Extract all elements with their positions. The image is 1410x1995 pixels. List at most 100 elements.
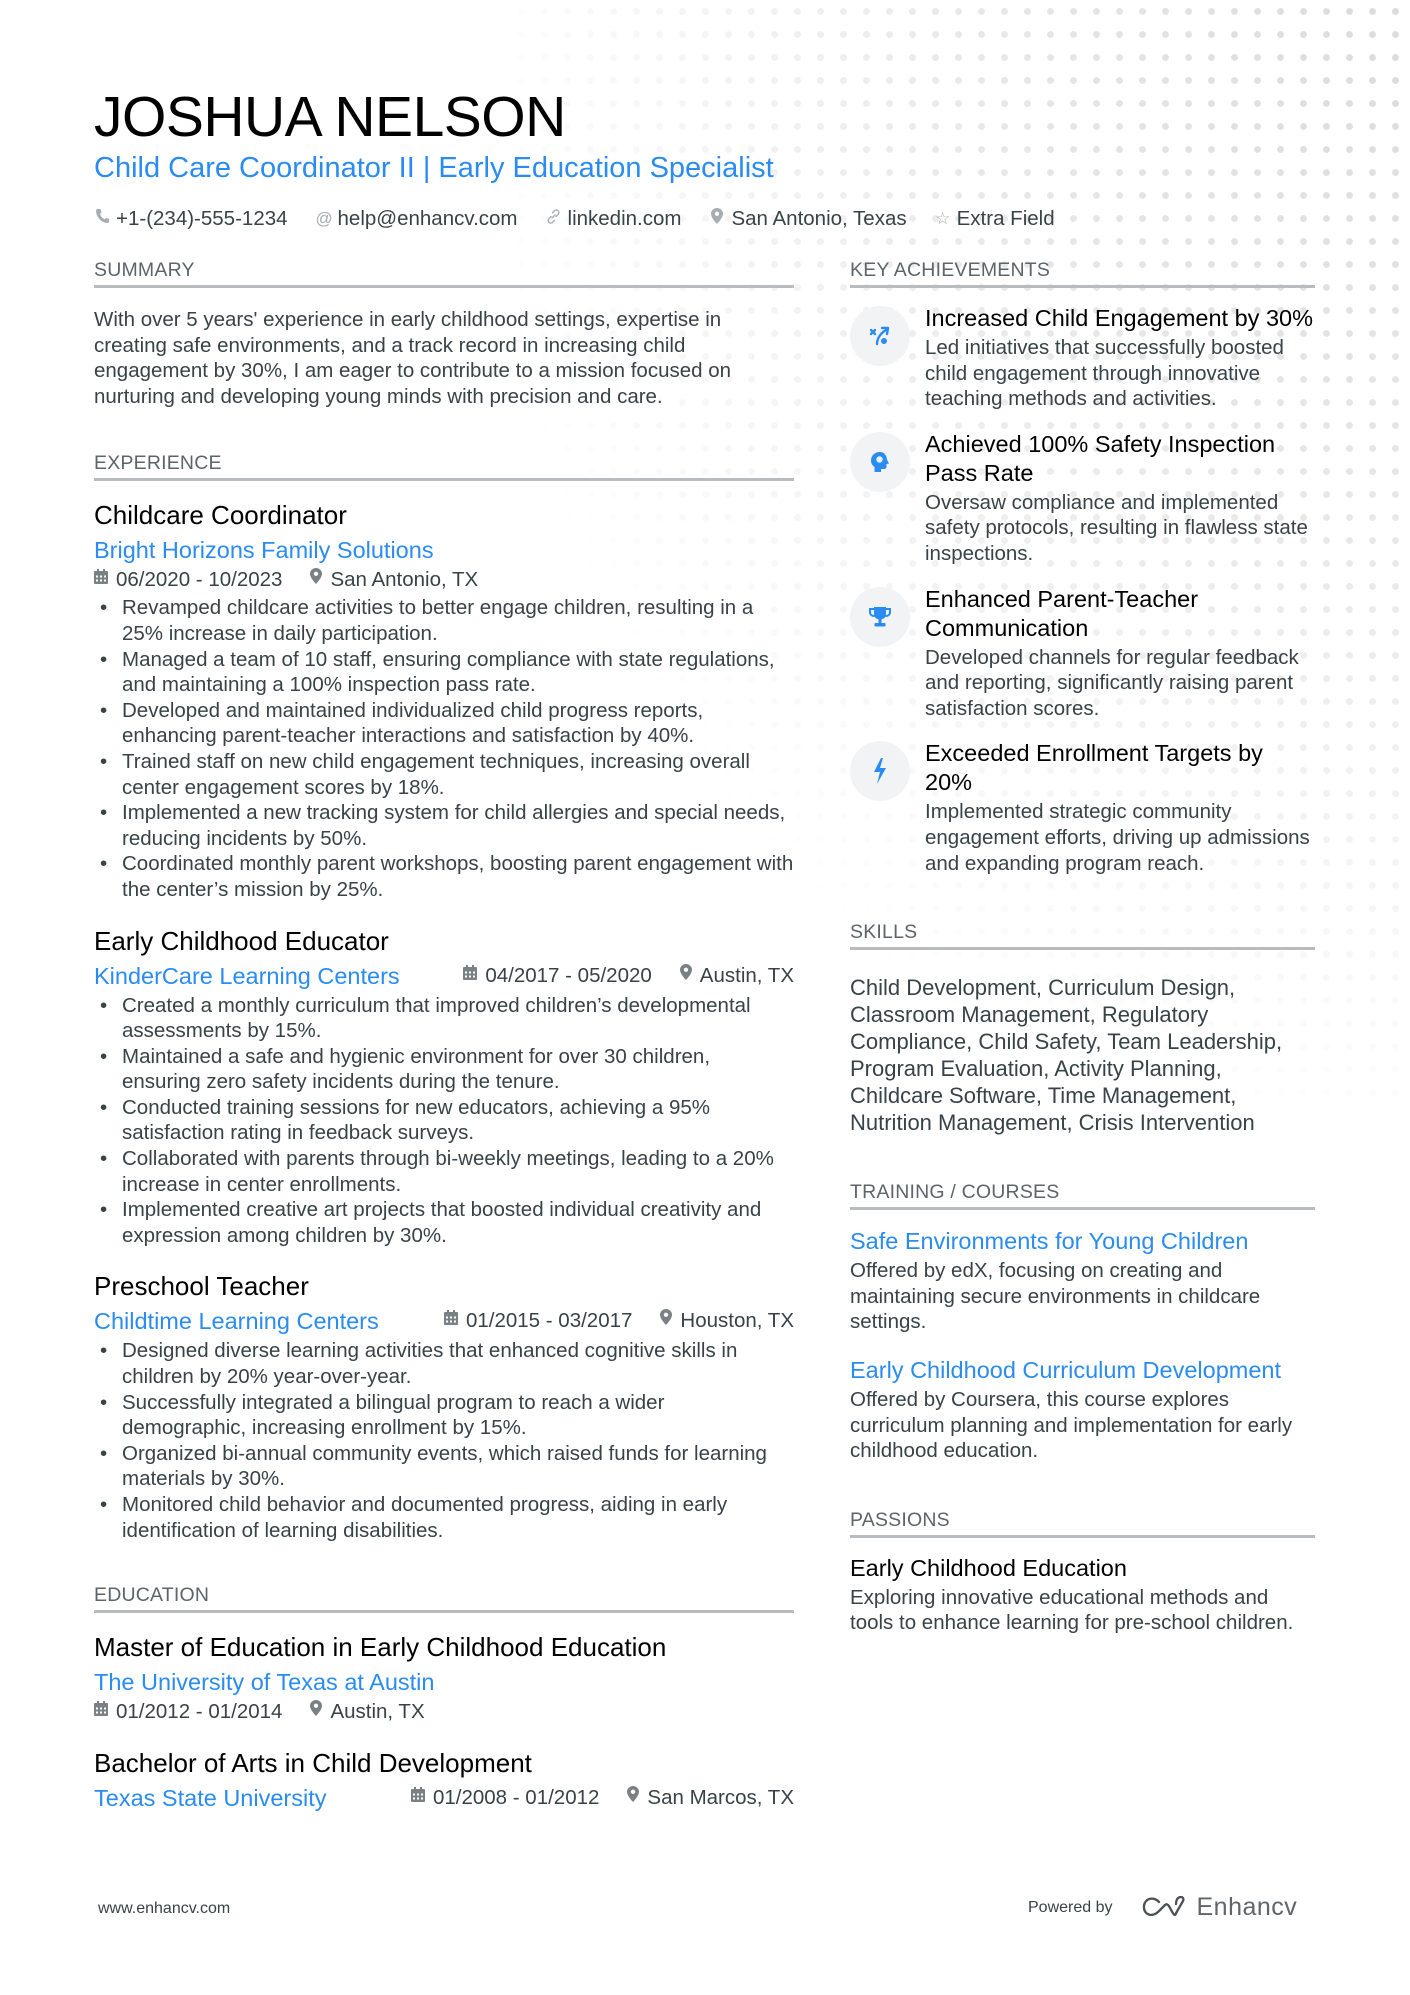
bullet-item: Organized bi-annual community events, wh… [100,1441,794,1492]
at-icon: @ [315,209,333,228]
section-title-achievements: KEY ACHIEVEMENTS [850,259,1051,281]
contact-linkedin-text: linkedin.com [567,207,682,230]
section-title-education: EDUCATION [94,1584,210,1607]
education-school-row: Texas State University 01/2008 - 01/2012… [94,1783,794,1813]
bullet-item: Implemented a new tracking system for ch… [100,800,794,851]
calendar-icon [94,567,108,593]
contact-phone-text: +1-(234)-555-1234 [116,207,288,230]
passion-desc: Exploring innovative educational methods… [850,1585,1294,1635]
candidate-title: Child Care Coordinator II | Early Educat… [94,152,774,184]
enhancv-logo-icon [1142,1895,1185,1916]
job-title: Early Childhood Educator [94,925,389,956]
course-title[interactable]: Early Childhood Curriculum Development [850,1355,1315,1385]
achievement-desc: Led initiatives that successfully booste… [925,336,1284,411]
bullet-item: Managed a team of 10 staff, ensuring com… [100,647,794,698]
job-company-row: Childtime Learning Centers 01/2015 - 03/… [94,1306,794,1336]
education-dates: 01/2012 - 01/2014 [94,1699,282,1725]
experience-entry: Childcare Coordinator Bright Horizons Fa… [94,499,794,902]
link-icon [546,206,562,232]
footer-website-link[interactable]: www.enhancv.com [98,1900,230,1918]
achievement-title: Enhanced Parent-Teacher Communication [925,585,1199,641]
course-title[interactable]: Safe Environments for Young Children [850,1226,1315,1256]
bullet-item: Implemented creative art projects that b… [100,1197,794,1248]
section-divider [850,947,1315,951]
company-name: KinderCare Learning Centers [94,962,400,989]
section-divider [850,1207,1315,1211]
achievements-section: KEY ACHIEVEMENTS Increased Child Engagem… [850,258,1315,876]
head-idea-icon [850,431,910,492]
education-location: San Marcos, TX [627,1785,794,1811]
job-dates-text: 06/2020 - 10/2023 [116,568,283,592]
passions-section: PASSIONS Early Childhood Education Explo… [850,1508,1315,1636]
location-icon [310,567,323,593]
location-icon [627,1785,640,1811]
contact-extra-text: Extra Field [956,207,1055,230]
skills-text: Child Development, Curriculum Design, Cl… [850,975,1283,1136]
experience-section: EXPERIENCE Childcare Coordinator Bright … [94,451,794,1543]
job-meta: 01/2015 - 03/2017 Houston, TX [443,1308,794,1334]
job-dates: 06/2020 - 10/2023 [94,567,282,593]
achievement-content: Exceeded Enrollment Targets by 20% Imple… [925,739,1315,876]
achievement-title: Exceeded Enrollment Targets by 20% [925,740,1263,796]
powered-by-label: Powered by [1028,1898,1113,1916]
achievement-desc: Developed channels for regular feedback … [925,645,1299,720]
bullet-item: Monitored child behavior and documented … [100,1492,794,1543]
section-divider [850,1534,1315,1538]
job-dates: 01/2015 - 03/2017 [443,1308,633,1334]
achievement-desc: Implemented strategic community engageme… [925,800,1310,875]
bullet-item: Created a monthly curriculum that improv… [100,993,794,1044]
education-location-text: Austin, TX [330,1700,425,1724]
contact-linkedin[interactable]: linkedin.com [546,206,682,232]
contact-phone[interactable]: +1-(234)-555-1234 [94,206,288,232]
experience-entry: Early Childhood Educator KinderCare Lear… [94,925,794,1249]
achievement-item: Enhanced Parent-Teacher Communication De… [850,585,1315,722]
right-column: KEY ACHIEVEMENTS Increased Child Engagem… [850,258,1315,1636]
job-dates-text: 01/2015 - 03/2017 [465,1309,633,1333]
job-location-text: Austin, TX [699,963,794,987]
education-meta: 01/2008 - 01/2012 San Marcos, TX [410,1785,794,1811]
achievement-title: Achieved 100% Safety Inspection Pass Rat… [925,430,1276,486]
skills-section: SKILLS Child Development, Curriculum Des… [850,920,1315,1136]
contact-email[interactable]: @ help@enhancv.com [316,206,518,232]
job-bullets: Revamped childcare activities to better … [94,595,794,902]
summary-text: With over 5 years' experience in early c… [94,308,732,408]
achievement-item: Achieved 100% Safety Inspection Pass Rat… [850,430,1315,567]
strategy-icon [850,306,910,366]
course-desc: Offered by edX, focusing on creating and… [850,1259,1261,1334]
job-location: San Antonio, TX [310,567,478,593]
bullet-item: Developed and maintained individualized … [100,698,794,749]
company-name: Bright Horizons Family Solutions [94,537,434,564]
education-entry: Master of Education in Early Childhood E… [94,1631,794,1725]
school-name: The University of Texas at Austin [94,1669,435,1696]
contact-extra-field: ☆ Extra Field [935,206,1055,232]
education-location-text: San Marcos, TX [647,1786,794,1810]
job-location-text: Houston, TX [680,1309,794,1333]
section-title-passions: PASSIONS [850,1508,950,1531]
job-location-text: San Antonio, TX [330,568,479,592]
company-name: Childtime Learning Centers [94,1308,379,1335]
bullet-item: Successfully integrated a bilingual prog… [100,1390,794,1441]
achievement-content: Enhanced Parent-Teacher Communication De… [925,585,1315,722]
bullet-item: Coordinated monthly parent workshops, bo… [100,851,794,902]
contact-location-text: San Antonio, Texas [731,207,907,230]
calendar-icon [94,1699,108,1725]
bullet-item: Collaborated with parents through bi-wee… [100,1146,794,1197]
course-desc: Offered by Coursera, this course explore… [850,1387,1293,1463]
location-icon [679,963,692,989]
lightning-icon [850,741,910,802]
location-icon [660,1308,673,1334]
education-meta: 01/2012 - 01/2014 Austin, TX [94,1699,794,1725]
passion-item: Early Childhood Education Exploring inno… [850,1554,1315,1636]
phone-icon [94,206,110,232]
job-location: Houston, TX [660,1308,794,1334]
education-section: EDUCATION Master of Education in Early C… [94,1583,794,1813]
achievement-title: Increased Child Engagement by 30% [925,305,1313,331]
footer-branding[interactable]: Powered by Enhancv [1028,1893,1297,1922]
section-divider [94,478,794,482]
contact-email-text: help@enhancv.com [337,207,518,230]
enhancv-logo: Enhancv [1141,1893,1298,1922]
degree-title: Master of Education in Early Childhood E… [94,1632,667,1663]
resume-header: JOSHUA NELSON Child Care Coordinator II … [94,86,1324,232]
calendar-icon [463,963,478,989]
resume-page: JOSHUA NELSON Child Care Coordinator II … [0,0,1410,1995]
